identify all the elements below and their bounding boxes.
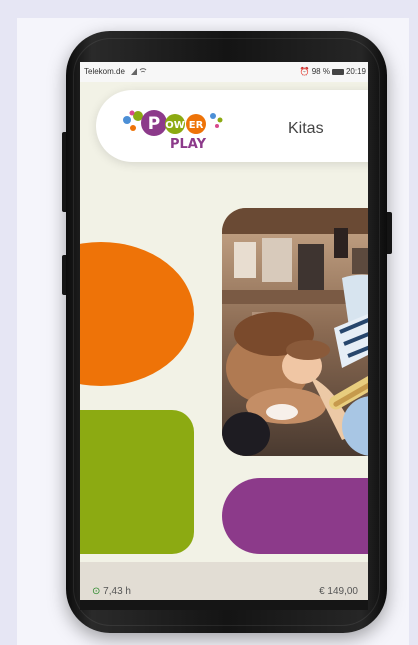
nav-item-kitas[interactable]: Kitas xyxy=(288,120,324,138)
duration-info: ⊙ 7,43 h xyxy=(92,586,131,597)
carrier-label: Telekom.de xyxy=(84,67,125,76)
battery-level: 98 % xyxy=(311,67,330,76)
clock-time: 20:19 xyxy=(345,67,366,76)
logo-play: PLAY xyxy=(170,137,207,152)
app-header: P OW ER PLAY Kitas xyxy=(96,90,368,162)
clock-icon: ⊙ xyxy=(92,586,101,597)
phone-screen: Telekom.de ⏰ 98 % 20:19 P OW ER PLAY Kit… xyxy=(80,62,368,602)
duration-value: 7,43 h xyxy=(103,586,131,597)
logo-letter-er: ER xyxy=(189,120,204,131)
status-right: ⏰ 98 % 20:19 xyxy=(300,67,366,76)
logo-letter-p: P xyxy=(148,114,160,134)
logo-letter-ow: OW xyxy=(165,120,185,131)
stage: Telekom.de ⏰ 98 % 20:19 P OW ER PLAY Kit… xyxy=(0,0,418,645)
orange-blob xyxy=(80,242,194,386)
price-value: € 149,00 xyxy=(319,586,358,597)
price-info: € 149,00 xyxy=(319,586,358,597)
alarm-icon: ⏰ xyxy=(299,67,310,76)
green-block xyxy=(80,410,194,554)
signal-icon xyxy=(131,66,147,78)
phone-bottom-bezel xyxy=(80,600,368,610)
powerplay-logo[interactable]: P OW ER PLAY xyxy=(118,106,238,152)
hero-photo xyxy=(222,208,368,456)
status-bar: Telekom.de ⏰ 98 % 20:19 xyxy=(80,62,368,82)
purple-pill xyxy=(222,478,368,554)
battery-icon xyxy=(331,68,344,75)
footer-info: ⊙ 7,43 h € 149,00 xyxy=(80,562,368,602)
